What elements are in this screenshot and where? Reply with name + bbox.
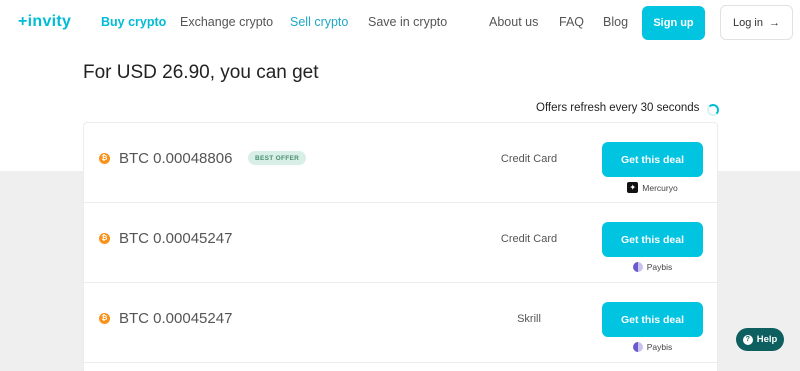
- login-label: Log in: [733, 16, 763, 29]
- nav-about-us[interactable]: About us: [489, 15, 538, 29]
- provider: Paybis: [602, 342, 703, 352]
- provider-name: Paybis: [646, 342, 673, 352]
- offers-list: ₿ BTC 0.00048806 BEST OFFER Credit Card …: [83, 122, 718, 371]
- payment-method: Skrill: [517, 313, 541, 325]
- payment-method: Credit Card: [500, 153, 558, 165]
- payment-method: Credit Card: [500, 233, 558, 245]
- offer-row: ₿ BTC 0.00048806 BEST OFFER Credit Card …: [84, 123, 717, 203]
- offer-row: ₿ BTC 0.00045247 Skrill Get this deal Pa…: [84, 283, 717, 363]
- get-deal-button[interactable]: Get this deal: [602, 302, 703, 337]
- refresh-spinner-icon: [707, 104, 719, 116]
- mercuryo-icon: ✦: [627, 182, 639, 193]
- nav-faq[interactable]: FAQ: [559, 15, 584, 29]
- arrow-right-icon: →: [768, 16, 780, 29]
- top-nav: +invity Buy crypto Exchange crypto Sell …: [0, 0, 800, 44]
- help-button[interactable]: ? Help: [736, 328, 784, 351]
- paybis-icon: [632, 262, 643, 272]
- best-offer-badge: BEST OFFER: [248, 151, 307, 165]
- provider: ✦ Mercuryo: [602, 182, 703, 193]
- bitcoin-icon: ₿: [99, 313, 110, 324]
- signup-button[interactable]: Sign up: [642, 6, 705, 40]
- offer-amount: BTC 0.00045247: [119, 310, 233, 327]
- get-deal-button[interactable]: Get this deal: [602, 222, 703, 257]
- nav-exchange-crypto[interactable]: Exchange crypto: [180, 15, 273, 29]
- offer-amount: BTC 0.00045247: [119, 230, 233, 247]
- offer-row: ₿ BTC 0.00045247 Credit Card Get this de…: [84, 203, 717, 283]
- invity-logo[interactable]: +invity: [18, 13, 71, 31]
- help-label: Help: [756, 334, 778, 345]
- page-title: For USD 26.90, you can get: [83, 62, 319, 83]
- bitcoin-icon: ₿: [99, 153, 110, 164]
- question-icon: ?: [742, 334, 753, 345]
- bitcoin-icon: ₿: [99, 233, 110, 244]
- paybis-icon: [632, 342, 643, 352]
- refresh-notice: Offers refresh every 30 seconds: [536, 102, 700, 114]
- provider-name: Paybis: [646, 262, 673, 272]
- nav-save-in-crypto[interactable]: Save in crypto: [368, 15, 447, 29]
- login-button[interactable]: Log in →: [720, 5, 793, 40]
- nav-buy-crypto[interactable]: Buy crypto: [101, 15, 166, 29]
- provider-name: Mercuryo: [642, 182, 678, 193]
- provider: Paybis: [602, 262, 703, 272]
- get-deal-button[interactable]: Get this deal: [602, 142, 703, 177]
- nav-blog[interactable]: Blog: [603, 15, 628, 29]
- nav-sell-crypto[interactable]: Sell crypto: [290, 15, 348, 29]
- offer-amount: BTC 0.00048806: [119, 150, 233, 167]
